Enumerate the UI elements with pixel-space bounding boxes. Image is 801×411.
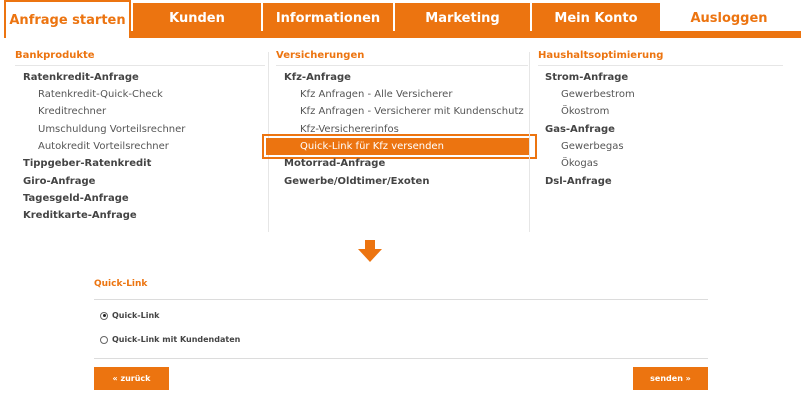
menu-item-gewerbestrom[interactable]: Gewerbestrom (561, 89, 635, 100)
column-divider (529, 52, 530, 232)
menu-item-gas-anfrage[interactable]: Gas-Anfrage (545, 124, 615, 135)
radio-unchecked-icon[interactable] (100, 335, 108, 344)
menu-item-kfz-alle-versicherer[interactable]: Kfz Anfragen - Alle Versicherer (300, 89, 452, 100)
divider (94, 299, 708, 300)
menu-item-kfz-anfrage[interactable]: Kfz-Anfrage (284, 72, 351, 83)
menu-item-gewerbe-oldtimer-exoten[interactable]: Gewerbe/Oldtimer/Exoten (284, 176, 429, 187)
menu-item-umschuldung-vorteilsrechner[interactable]: Umschuldung Vorteilsrechner (38, 124, 185, 135)
menu-item-motorrad-anfrage[interactable]: Motorrad-Anfrage (284, 158, 385, 169)
menu-item-autokredit-vorteilsrechner[interactable]: Autokredit Vorteilsrechner (38, 141, 169, 152)
arrow-down-icon (358, 240, 382, 262)
radio-label: Quick-Link (112, 311, 160, 320)
tab-anfrage-starten[interactable]: Anfrage starten (4, 0, 131, 38)
menu-item-quick-link-kfz[interactable]: Quick-Link für Kfz versenden (300, 141, 444, 152)
menu-item-kfz-kundenschutz[interactable]: Kfz Anfragen - Versicherer mit Kundensch… (300, 106, 524, 117)
menu-item-ratenkredit-quick-check[interactable]: Ratenkredit-Quick-Check (38, 89, 163, 100)
dropdown-menu: Bankprodukte Ratenkredit-Anfrage Ratenkr… (8, 38, 793, 232)
menu-item-kreditkarte-anfrage[interactable]: Kreditkarte-Anfrage (23, 210, 137, 221)
menu-item-giro-anfrage[interactable]: Giro-Anfrage (23, 176, 95, 187)
heading-bankprodukte: Bankprodukte (15, 50, 265, 66)
menu-item-dsl-anfrage[interactable]: Dsl-Anfrage (545, 176, 612, 187)
tab-kunden[interactable]: Kunden (133, 3, 261, 33)
tab-mein-konto[interactable]: Mein Konto (532, 3, 660, 33)
menu-item-ratenkredit-anfrage[interactable]: Ratenkredit-Anfrage (23, 72, 139, 83)
send-button[interactable]: senden » (633, 367, 708, 390)
menu-item-oekostrom[interactable]: Ökostrom (561, 106, 609, 117)
tab-marketing[interactable]: Marketing (395, 3, 530, 33)
menu-item-gewerbegas[interactable]: Gewerbegas (561, 141, 624, 152)
radio-quick-link[interactable]: Quick-Link (100, 311, 159, 320)
radio-checked-icon[interactable] (100, 311, 108, 320)
heading-versicherungen: Versicherungen (276, 50, 528, 66)
tab-informationen[interactable]: Informationen (263, 3, 393, 33)
menu-item-kreditrechner[interactable]: Kreditrechner (38, 106, 106, 117)
radio-label: Quick-Link mit Kundendaten (112, 335, 241, 344)
radio-quick-link-kundendaten[interactable]: Quick-Link mit Kundendaten (100, 335, 240, 344)
menu-item-oekogas[interactable]: Ökogas (561, 158, 598, 169)
quicklink-title: Quick-Link (94, 279, 148, 289)
menu-item-tippgeber-ratenkredit[interactable]: Tippgeber-Ratenkredit (23, 158, 151, 169)
menu-item-strom-anfrage[interactable]: Strom-Anfrage (545, 72, 628, 83)
main-navigation: Anfrage starten Kunden Informationen Mar… (0, 0, 801, 38)
heading-haushaltsoptimierung: Haushaltsoptimierung (538, 50, 783, 66)
back-button[interactable]: « zurück (94, 367, 169, 390)
logout-button[interactable]: Ausloggen (667, 5, 791, 31)
menu-item-tagesgeld-anfrage[interactable]: Tagesgeld-Anfrage (23, 193, 129, 204)
divider (94, 358, 708, 359)
